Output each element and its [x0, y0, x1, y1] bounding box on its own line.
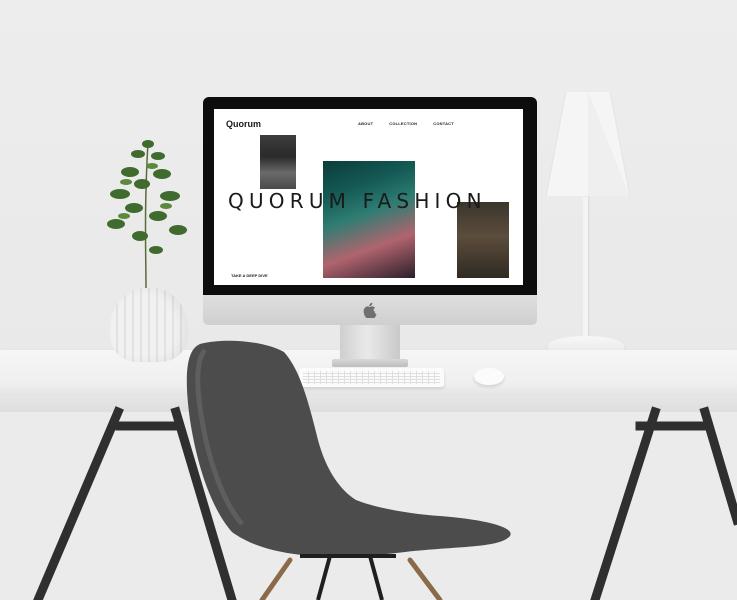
- chair-legs: [259, 557, 443, 600]
- chair-and-legs: [33, 340, 737, 600]
- desk-leg-right: [590, 406, 737, 600]
- chair-frame: [300, 554, 396, 600]
- chair-shell: [186, 340, 511, 557]
